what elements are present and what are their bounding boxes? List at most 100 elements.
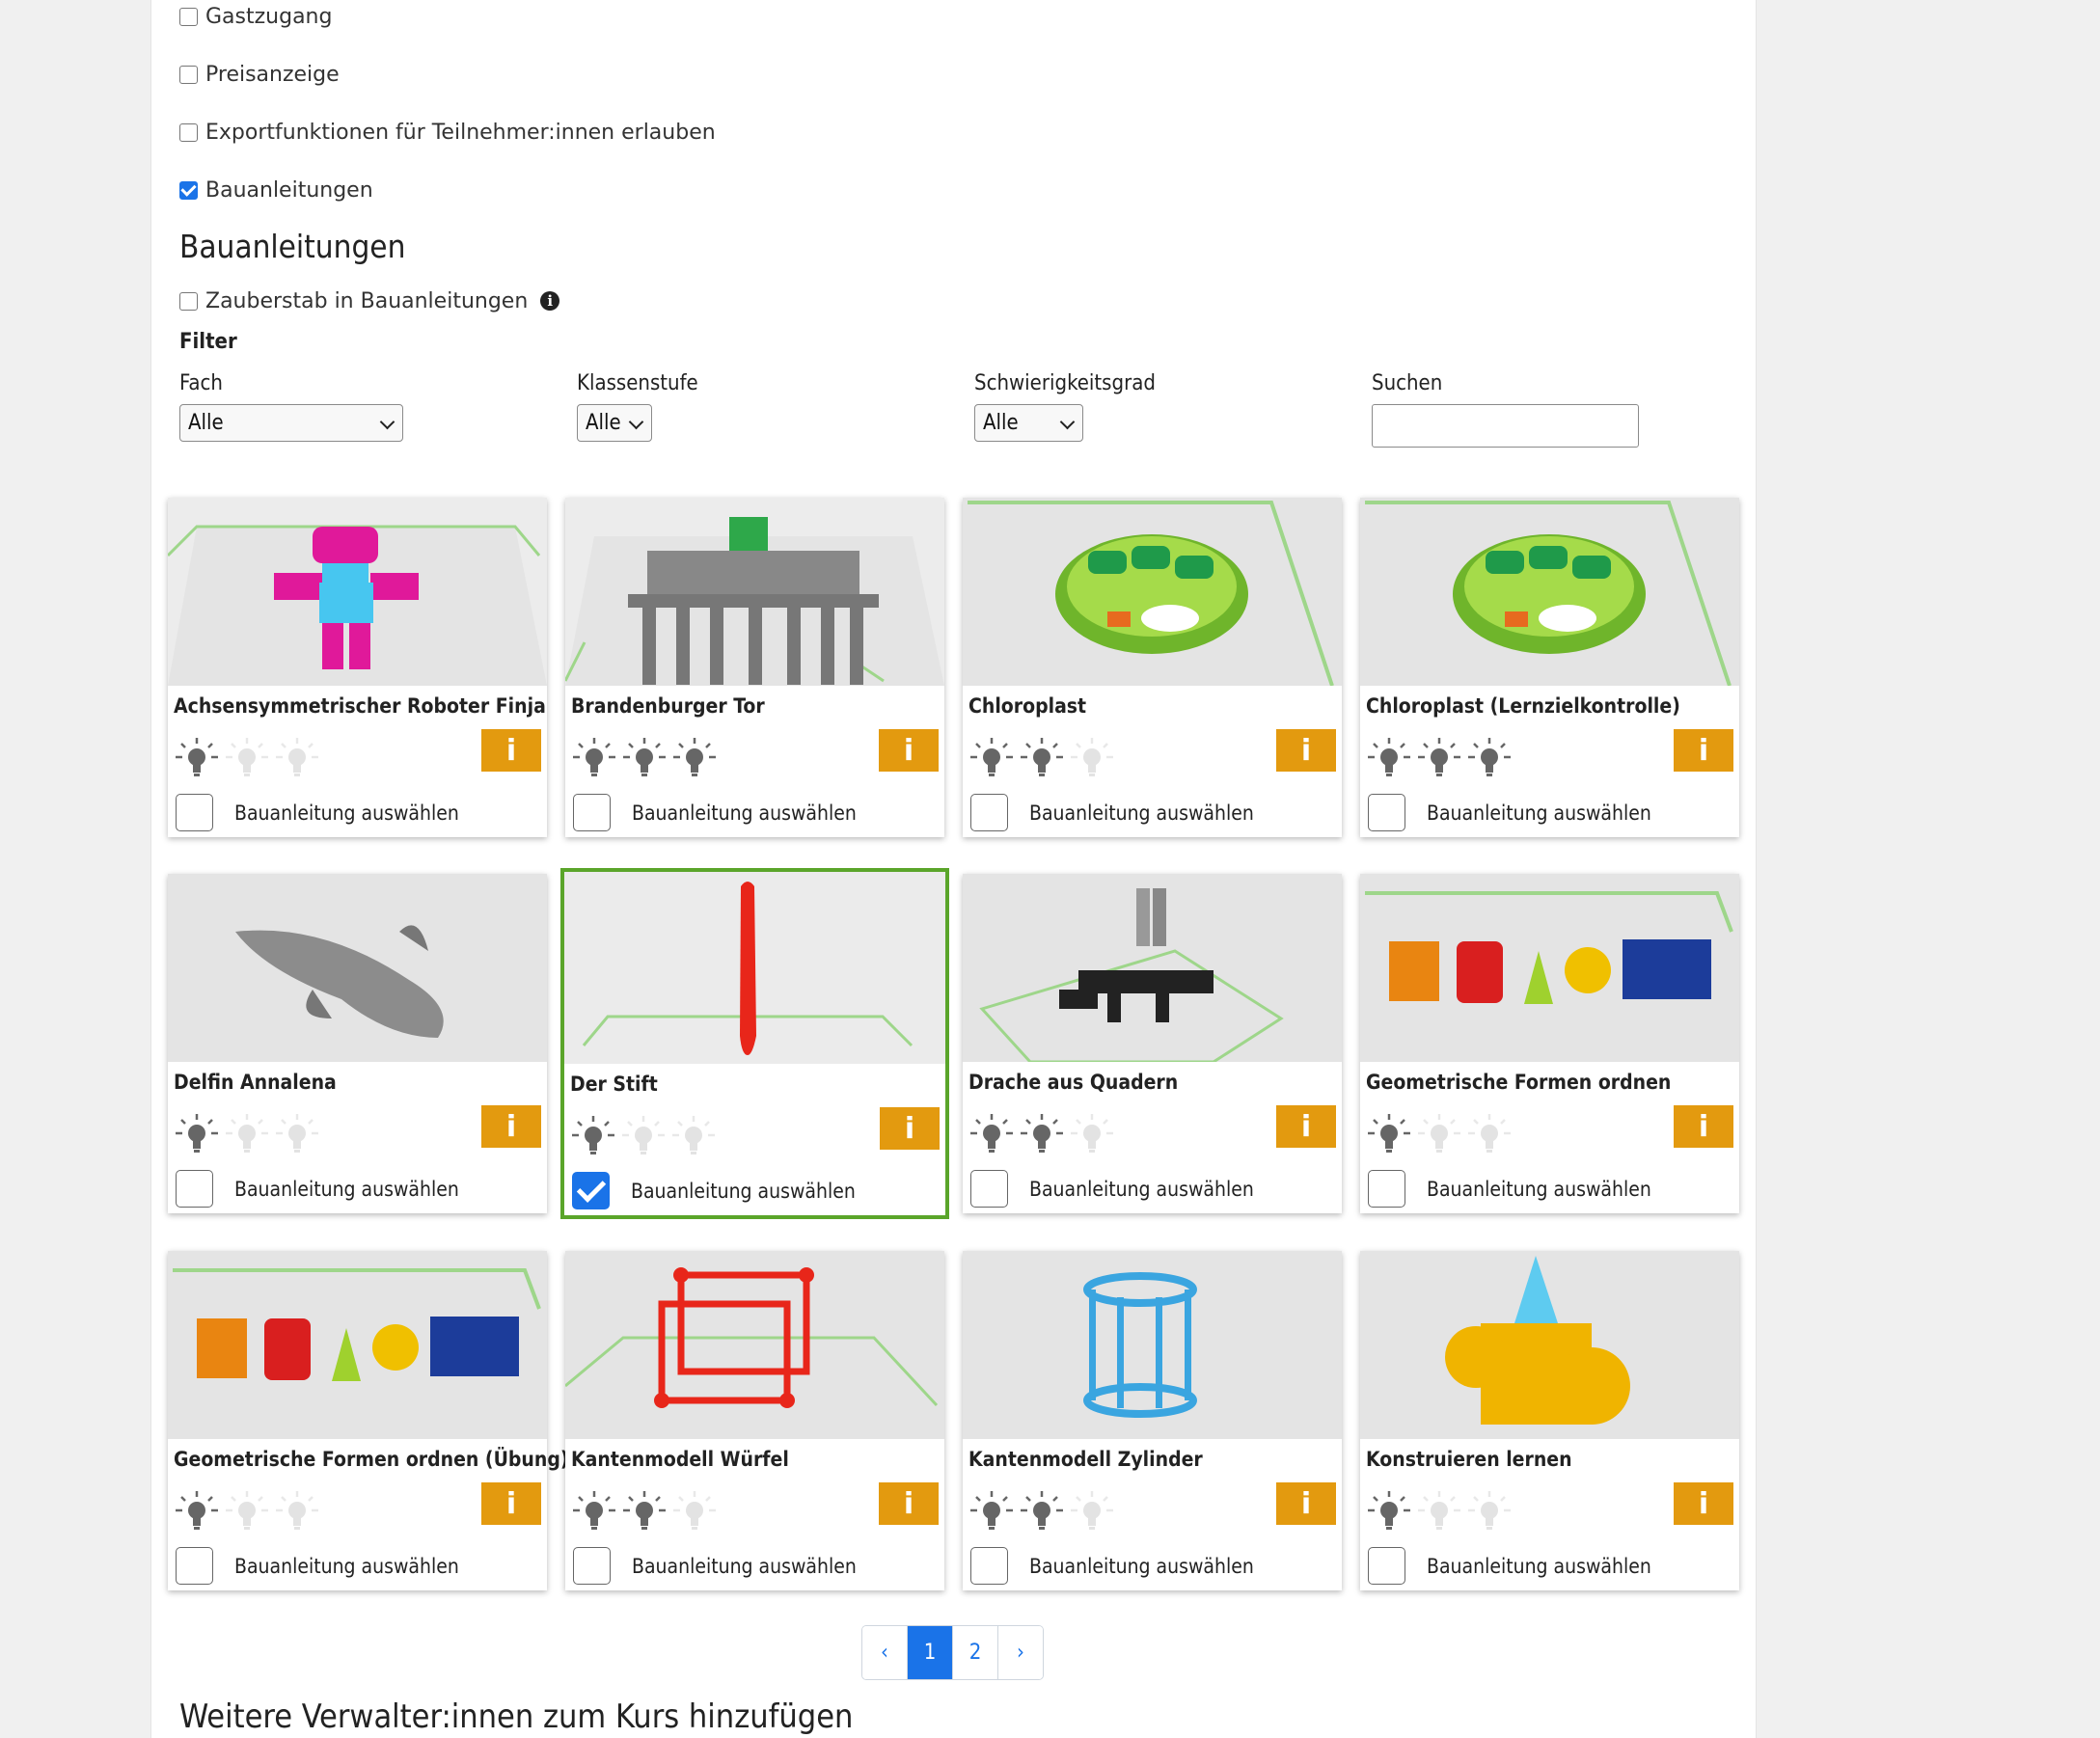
card-brandenburger-tor[interactable]: Brandenburger Tor i Bauanleitung auswähl… <box>565 498 944 837</box>
select-row[interactable]: Bauanleitung auswählen <box>970 1547 1254 1585</box>
select-row[interactable]: Bauanleitung auswählen <box>176 1547 459 1585</box>
search-input[interactable] <box>1372 404 1639 448</box>
info-button[interactable]: i <box>1276 1482 1336 1525</box>
card-thumbnail <box>168 1251 547 1439</box>
difficulty-bulb-off-icon <box>276 1114 318 1153</box>
chevron-down-icon <box>379 414 395 430</box>
select-checkbox[interactable] <box>572 1172 610 1209</box>
option-label: Exportfunktionen für Teilnehmer:innen er… <box>205 120 716 145</box>
option-gastzugang[interactable]: Gastzugang <box>179 0 332 33</box>
difficulty-bulb-on-icon <box>623 738 666 776</box>
info-button[interactable]: i <box>1674 1482 1733 1525</box>
select-checkbox[interactable] <box>176 1170 213 1208</box>
info-button[interactable]: i <box>879 729 939 772</box>
card-title: Achsensymmetrischer Roboter Finja <box>174 694 546 718</box>
select-label: Bauanleitung auswählen <box>632 801 857 825</box>
preisanzeige-checkbox[interactable] <box>179 65 198 84</box>
select-row[interactable]: Bauanleitung auswählen <box>1368 1547 1651 1585</box>
difficulty-bulb-on-icon <box>623 1491 666 1530</box>
info-button[interactable]: i <box>481 729 541 772</box>
pagination-page-2[interactable]: 2 <box>953 1626 998 1679</box>
klassenstufe-label: Klassenstufe <box>577 371 698 395</box>
card-chloroplast-lernzielkontrolle[interactable]: Chloroplast (Lernzielkontrolle) i Bauanl… <box>1360 498 1739 837</box>
klassenstufe-select[interactable]: Alle <box>577 404 652 442</box>
info-button[interactable]: i <box>481 1482 541 1525</box>
difficulty-bulb-off-icon <box>1468 1114 1511 1153</box>
select-checkbox[interactable] <box>1368 794 1405 831</box>
card-kantenmodell-zylinder[interactable]: Kantenmodell Zylinder i Bauanleitung aus… <box>963 1251 1342 1590</box>
card-title: Drache aus Quadern <box>968 1071 1179 1094</box>
schwierigkeitsgrad-select[interactable]: Alle <box>974 404 1083 442</box>
difficulty-rating <box>571 736 718 778</box>
difficulty-rating <box>1366 1489 1513 1532</box>
option-zauberstab[interactable]: Zauberstab in Bauanleitungen i <box>179 285 560 317</box>
select-checkbox[interactable] <box>1368 1170 1405 1208</box>
select-row[interactable]: Bauanleitung auswählen <box>970 794 1254 831</box>
info-button[interactable]: i <box>880 1107 940 1150</box>
info-button[interactable]: i <box>879 1482 939 1525</box>
select-checkbox[interactable] <box>176 794 213 831</box>
card-roboter-finja[interactable]: Achsensymmetrischer Roboter Finja i Baua… <box>168 498 547 837</box>
select-row[interactable]: Bauanleitung auswählen <box>1368 794 1651 831</box>
select-checkbox[interactable] <box>573 794 611 831</box>
difficulty-bulb-on-icon <box>572 1116 614 1154</box>
chevron-down-icon <box>628 414 644 430</box>
pagination-page-1[interactable]: 1 <box>908 1626 953 1679</box>
info-button[interactable]: i <box>1674 1105 1733 1148</box>
select-checkbox[interactable] <box>573 1547 611 1585</box>
card-geometrische-formen-uebung[interactable]: Geometrische Formen ordnen (Übung) i Bau… <box>168 1251 569 1590</box>
option-exportfunktionen[interactable]: Exportfunktionen für Teilnehmer:innen er… <box>179 116 716 149</box>
difficulty-rating <box>174 1112 320 1154</box>
card-thumbnail <box>168 874 547 1062</box>
info-icon[interactable]: i <box>540 291 560 311</box>
select-row[interactable]: Bauanleitung auswählen <box>573 794 857 831</box>
card-thumbnail <box>1360 874 1739 1062</box>
difficulty-bulb-on-icon <box>673 738 716 776</box>
select-row[interactable]: Bauanleitung auswählen <box>176 1170 459 1208</box>
difficulty-bulb-off-icon <box>1071 1491 1113 1530</box>
card-geometrische-formen[interactable]: Geometrische Formen ordnen i Bauanleitun… <box>1360 874 1739 1213</box>
select-row[interactable]: Bauanleitung auswählen <box>1368 1170 1651 1208</box>
card-kantenmodell-wuerfel[interactable]: Kantenmodell Würfel i Bauanleitung auswä… <box>565 1251 944 1590</box>
select-row[interactable]: Bauanleitung auswählen <box>572 1172 856 1209</box>
select-checkbox[interactable] <box>970 1547 1008 1585</box>
difficulty-bulb-on-icon <box>176 738 218 776</box>
select-label: Bauanleitung auswählen <box>1029 801 1254 825</box>
select-checkbox[interactable] <box>176 1547 213 1585</box>
pagination-next[interactable]: › <box>998 1626 1043 1679</box>
card-konstruieren-lernen[interactable]: Konstruieren lernen i Bauanleitung auswä… <box>1360 1251 1739 1590</box>
select-checkbox[interactable] <box>1368 1547 1405 1585</box>
difficulty-rating <box>968 736 1115 778</box>
select-label: Bauanleitung auswählen <box>1427 1554 1651 1578</box>
card-title: Chloroplast (Lernzielkontrolle) <box>1366 694 1680 718</box>
fach-select[interactable]: Alle <box>179 404 403 442</box>
bauanleitungen-checkbox[interactable] <box>179 180 198 200</box>
suchen-label: Suchen <box>1372 371 1443 395</box>
option-bauanleitungen[interactable]: Bauanleitungen <box>179 174 373 206</box>
select-row[interactable]: Bauanleitung auswählen <box>573 1547 857 1585</box>
gastzugang-checkbox[interactable] <box>179 7 198 26</box>
select-row[interactable]: Bauanleitung auswählen <box>970 1170 1254 1208</box>
card-drache-aus-quadern[interactable]: Drache aus Quadern i Bauanleitung auswäh… <box>963 874 1342 1213</box>
difficulty-bulb-on-icon <box>1368 1491 1410 1530</box>
option-preisanzeige[interactable]: Preisanzeige <box>179 58 340 91</box>
pagination-prev[interactable]: ‹ <box>862 1626 908 1679</box>
select-row[interactable]: Bauanleitung auswählen <box>176 794 459 831</box>
zauberstab-checkbox[interactable] <box>179 291 198 311</box>
info-button[interactable]: i <box>1276 1105 1336 1148</box>
select-label: Bauanleitung auswählen <box>1029 1554 1254 1578</box>
info-button[interactable]: i <box>1674 729 1733 772</box>
difficulty-bulb-on-icon <box>1021 738 1063 776</box>
info-button[interactable]: i <box>481 1105 541 1148</box>
card-thumbnail <box>963 874 1342 1062</box>
exportfunktionen-checkbox[interactable] <box>179 122 198 142</box>
select-checkbox[interactable] <box>970 1170 1008 1208</box>
card-chloroplast[interactable]: Chloroplast i Bauanleitung auswählen <box>963 498 1342 837</box>
card-title: Brandenburger Tor <box>571 694 765 718</box>
select-checkbox[interactable] <box>970 794 1008 831</box>
select-label: Bauanleitung auswählen <box>234 801 459 825</box>
card-der-stift[interactable]: Der Stift i Bauanleitung auswählen <box>560 868 949 1219</box>
card-delfin-annalena[interactable]: Delfin Annalena i Bauanleitung auswählen <box>168 874 547 1213</box>
select-label: Bauanleitung auswählen <box>234 1554 459 1578</box>
info-button[interactable]: i <box>1276 729 1336 772</box>
